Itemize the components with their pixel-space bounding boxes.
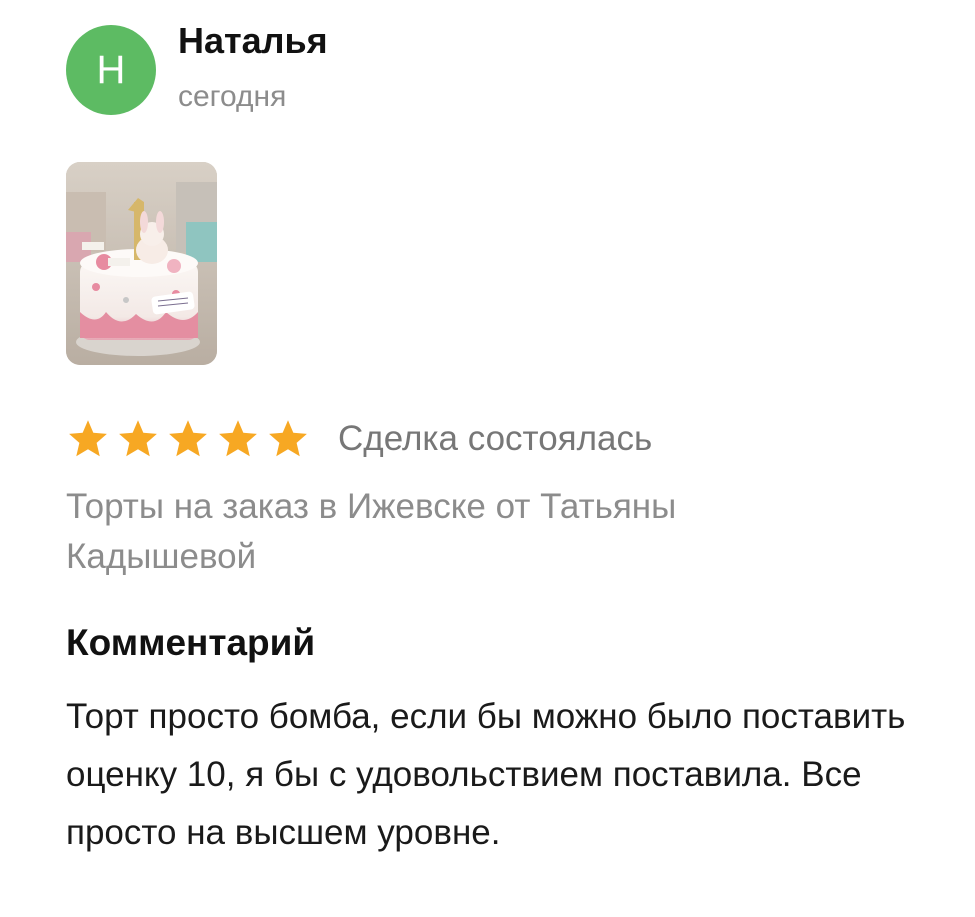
listing-title[interactable]: Торты на заказ в Ижевске от Татьяны Кады…: [66, 482, 866, 582]
star-icon: [116, 417, 160, 461]
cake-photo-image: [66, 162, 217, 365]
rating-row: Сделка состоялась: [66, 414, 652, 464]
comment-heading: Комментарий: [66, 622, 316, 663]
review-photo[interactable]: [66, 162, 217, 365]
comment-text: Торт просто бомба, если бы можно было по…: [66, 697, 906, 852]
author-name[interactable]: Наталья: [178, 20, 328, 62]
star-icon: [166, 417, 210, 461]
star-icon: [266, 417, 310, 461]
avatar-initial: Н: [96, 47, 126, 92]
star-icon: [216, 417, 260, 461]
author-avatar: Н: [66, 25, 156, 115]
deal-status: Сделка состоялась: [338, 419, 653, 458]
review-date: сегодня: [178, 80, 287, 113]
star-icon: [66, 417, 110, 461]
rating-stars: [66, 417, 316, 461]
